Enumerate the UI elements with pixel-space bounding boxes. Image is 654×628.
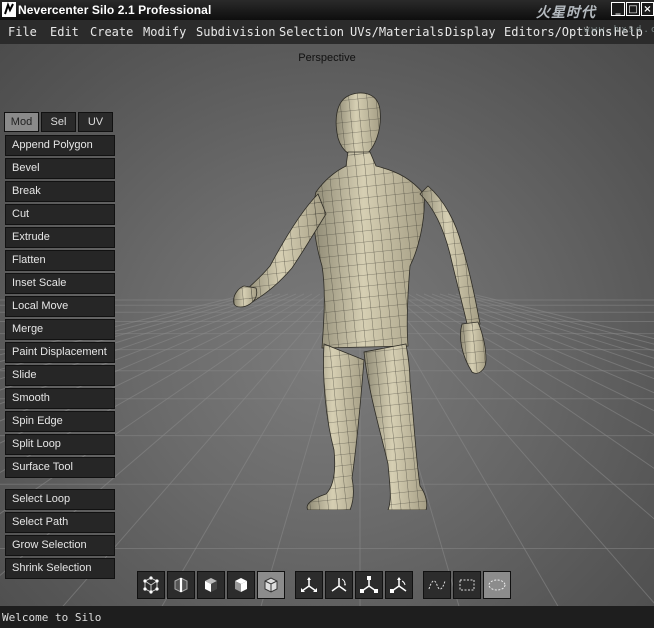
menu-modify[interactable]: Modify <box>143 25 186 39</box>
toolbar-gap <box>287 571 295 602</box>
tool-smooth[interactable]: Smooth <box>5 388 115 409</box>
tool-merge[interactable]: Merge <box>5 319 115 340</box>
tool-select-path[interactable]: Select Path <box>5 512 115 533</box>
bottom-toolbar <box>137 571 513 602</box>
tab-mod[interactable]: Mod <box>4 112 39 132</box>
menu-bar: File Edit Create Modify Subdivision Sele… <box>0 20 654 44</box>
window-title: Nevercenter Silo 2.1 Professional <box>18 3 212 17</box>
face-mode-icon[interactable] <box>197 571 225 599</box>
watermark-url: www.hxsd.com <box>584 25 654 35</box>
minimize-icon[interactable]: _ <box>611 2 625 16</box>
menu-subdivision[interactable]: Subdivision <box>196 25 275 39</box>
tool-slide[interactable]: Slide <box>5 365 115 386</box>
tool-append-polygon[interactable]: Append Polygon <box>5 135 115 156</box>
viewport-label: Perspective <box>298 52 356 64</box>
tool-panel: Mod Sel UV Append Polygon Bevel Break Cu… <box>4 112 116 581</box>
menu-create[interactable]: Create <box>90 25 133 39</box>
edge-mode-icon[interactable] <box>167 571 195 599</box>
move-manipulator-icon[interactable] <box>295 571 323 599</box>
rotate-manipulator-icon[interactable] <box>325 571 353 599</box>
silo-app-icon <box>2 2 16 17</box>
toolbar-gap <box>415 571 423 602</box>
tool-paint-displacement[interactable]: Paint Displacement <box>5 342 115 363</box>
title-bar[interactable]: Nevercenter Silo 2.1 Professional 火星时代 _… <box>0 0 654 21</box>
rect-select-icon[interactable] <box>453 571 481 599</box>
status-message: Welcome to Silo <box>2 611 102 624</box>
vertex-mode-icon[interactable] <box>137 571 165 599</box>
close-icon[interactable]: × <box>641 2 654 16</box>
tool-split-loop[interactable]: Split Loop <box>5 434 115 455</box>
tool-inset-scale[interactable]: Inset Scale <box>5 273 115 294</box>
menu-edit[interactable]: Edit <box>50 25 79 39</box>
tool-bevel[interactable]: Bevel <box>5 158 115 179</box>
humanoid-mesh[interactable] <box>230 90 500 510</box>
menu-selection[interactable]: Selection <box>279 25 344 39</box>
object-mode-icon[interactable] <box>227 571 255 599</box>
perspective-viewport[interactable]: Perspective Mod Sel UV Append Polygon Be… <box>0 44 654 606</box>
tool-flatten[interactable]: Flatten <box>5 250 115 271</box>
tool-local-move[interactable]: Local Move <box>5 296 115 317</box>
tool-cut[interactable]: Cut <box>5 204 115 225</box>
silo-window: Nevercenter Silo 2.1 Professional 火星时代 _… <box>0 0 654 628</box>
tab-sel[interactable]: Sel <box>41 112 76 132</box>
panel-tabs: Mod Sel UV <box>4 112 116 132</box>
tool-extrude[interactable]: Extrude <box>5 227 115 248</box>
lasso-select-icon[interactable] <box>423 571 451 599</box>
tool-surface-tool[interactable]: Surface Tool <box>5 457 115 478</box>
tool-spin-edge[interactable]: Spin Edge <box>5 411 115 432</box>
menu-uvs-materials[interactable]: UVs/Materials <box>350 25 444 39</box>
watermark-logo: 火星时代 <box>536 5 596 21</box>
menu-display[interactable]: Display <box>445 25 496 39</box>
tool-break[interactable]: Break <box>5 181 115 202</box>
all-mode-icon[interactable] <box>257 571 285 599</box>
tool-grow-selection[interactable]: Grow Selection <box>5 535 115 556</box>
tool-select-loop[interactable]: Select Loop <box>5 489 115 510</box>
scale-manipulator-icon[interactable] <box>355 571 383 599</box>
tool-shrink-selection[interactable]: Shrink Selection <box>5 558 115 579</box>
paint-select-icon[interactable] <box>483 571 511 599</box>
panel-spacer <box>4 480 116 489</box>
status-bar: Welcome to Silo <box>0 606 654 628</box>
universal-manipulator-icon[interactable] <box>385 571 413 599</box>
maximize-icon[interactable]: □ <box>626 2 640 16</box>
tab-uv[interactable]: UV <box>78 112 113 132</box>
menu-file[interactable]: File <box>8 25 37 39</box>
